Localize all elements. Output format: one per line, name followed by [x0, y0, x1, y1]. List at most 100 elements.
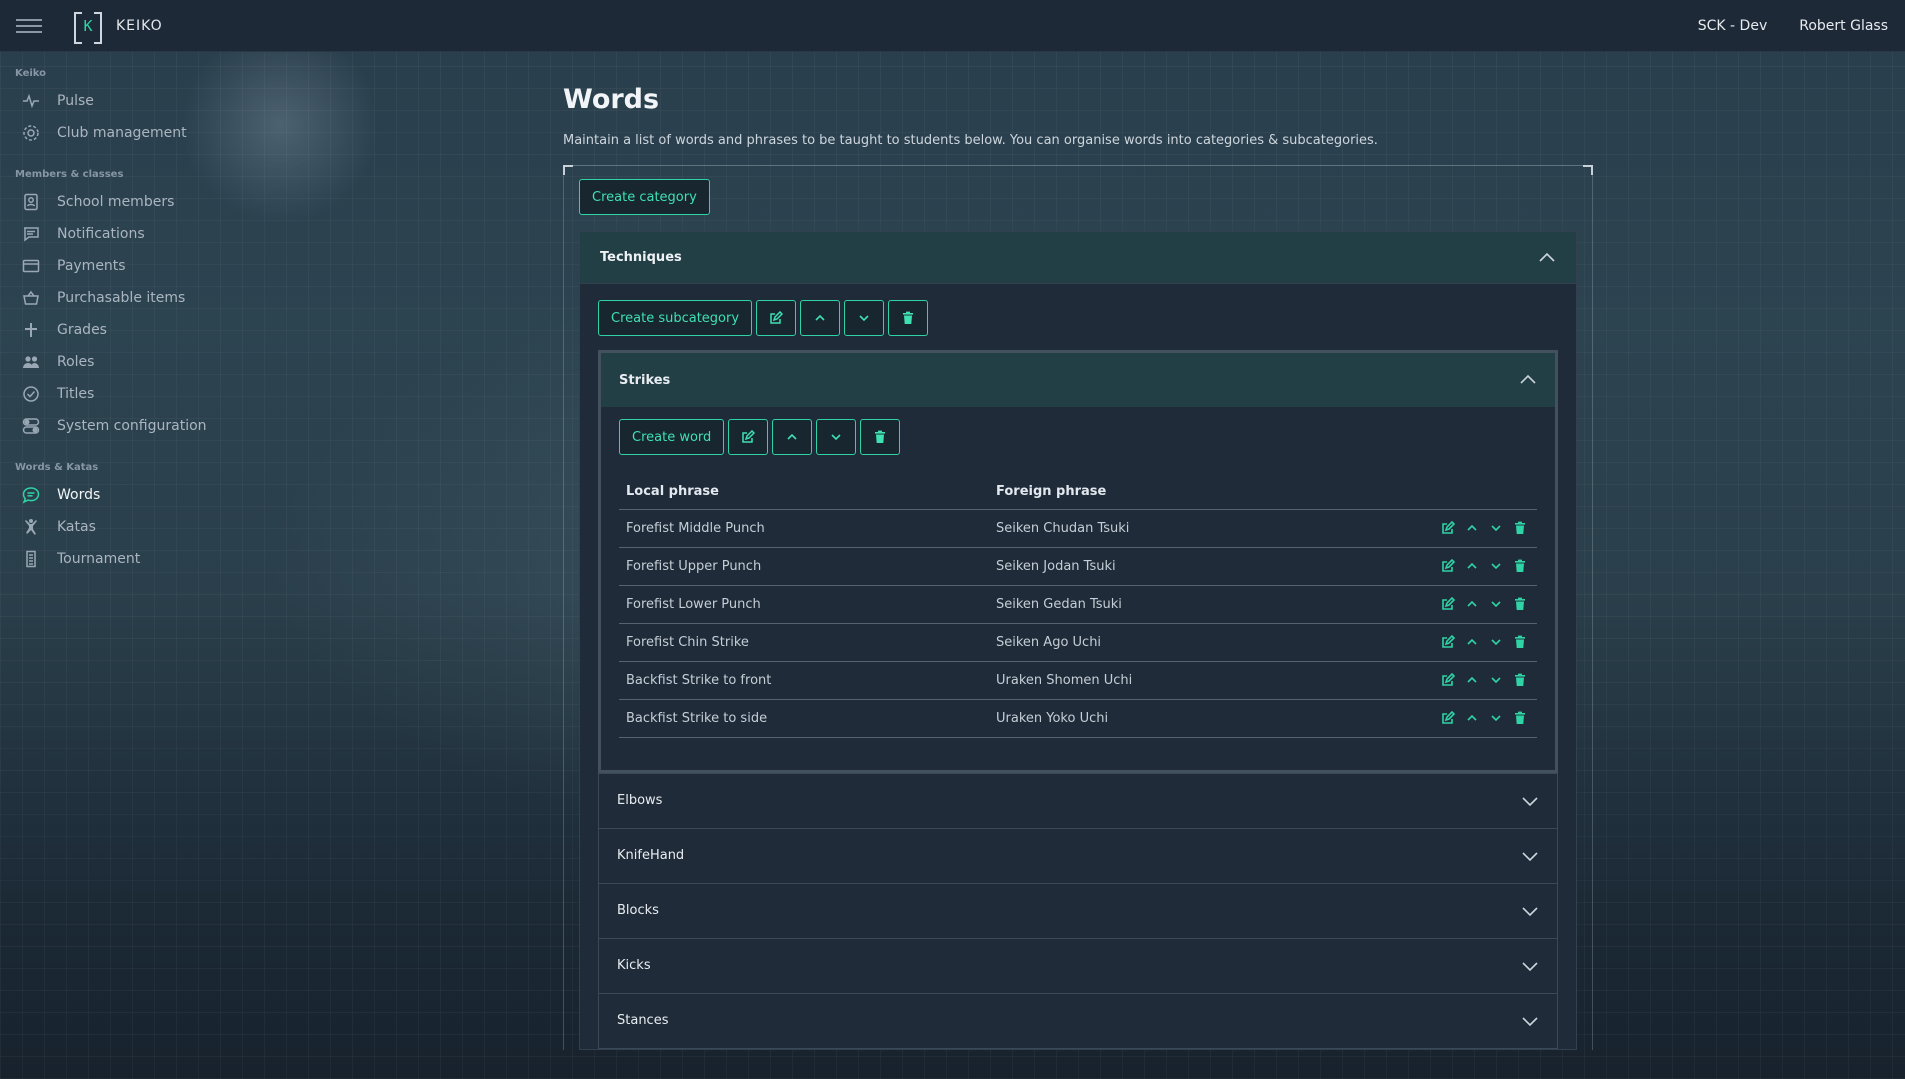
sidebar-item-payments[interactable]: Payments — [0, 250, 260, 282]
sidebar-item-label: System configuration — [57, 418, 207, 434]
edit-word-icon[interactable] — [1441, 521, 1455, 535]
edit-word-icon[interactable] — [1441, 559, 1455, 573]
move-word-down-icon[interactable] — [1489, 521, 1503, 535]
sidebar-item-label: Words — [57, 487, 101, 503]
move-word-up-icon[interactable] — [1465, 635, 1479, 649]
row-actions — [1417, 585, 1537, 624]
credit-card-icon — [22, 257, 40, 275]
message-icon — [22, 225, 40, 243]
sidebar-item-notifications[interactable]: Notifications — [0, 218, 260, 250]
sidebar-item-words[interactable]: Words — [0, 479, 260, 511]
subcategory-panel: Elbows — [598, 772, 1558, 829]
delete-category-button[interactable] — [888, 300, 929, 336]
row-actions — [1417, 509, 1537, 548]
chevron-up-icon[interactable] — [1538, 249, 1556, 267]
subcategory-header[interactable]: KnifeHand — [599, 829, 1557, 883]
delete-word-icon[interactable] — [1513, 711, 1527, 725]
move-category-up-button[interactable] — [800, 300, 841, 336]
edit-word-icon[interactable] — [1441, 597, 1455, 611]
subcategory-header[interactable]: Kicks — [599, 939, 1557, 993]
edit-word-icon[interactable] — [1441, 711, 1455, 725]
move-subcategory-down-button[interactable] — [816, 419, 857, 455]
page-description: Maintain a list of words and phrases to … — [563, 133, 1378, 148]
subcategory-header[interactable]: Strikes — [601, 353, 1555, 407]
sidebar-item-label: Payments — [57, 258, 126, 274]
chevron-down-icon[interactable] — [1521, 957, 1539, 975]
move-category-down-button[interactable] — [844, 300, 885, 336]
hamburger-menu-icon[interactable] — [16, 18, 42, 33]
subcategory-header[interactable]: Elbows — [599, 774, 1557, 828]
move-word-down-icon[interactable] — [1489, 559, 1503, 573]
subcategory-panel: Blocks — [598, 883, 1558, 939]
logo[interactable]: K KEIKO — [74, 11, 163, 44]
subcategory-title: Elbows — [617, 793, 663, 808]
move-subcategory-up-button[interactable] — [772, 419, 813, 455]
words-frame: Create category Techniques Create subcat… — [563, 165, 1593, 1050]
edit-word-icon[interactable] — [1441, 635, 1455, 649]
chevron-up-icon — [787, 433, 797, 440]
subcategory-panel: Stances — [598, 993, 1558, 1049]
move-word-down-icon[interactable] — [1489, 711, 1503, 725]
edit-word-icon[interactable] — [1441, 673, 1455, 687]
sidebar-section-title: Keiko — [15, 68, 47, 79]
edit-category-button[interactable] — [756, 300, 797, 336]
row-actions — [1417, 547, 1537, 586]
delete-word-icon[interactable] — [1513, 559, 1527, 573]
subcategory-header[interactable]: Blocks — [599, 884, 1557, 938]
move-word-up-icon[interactable] — [1465, 559, 1479, 573]
local-phrase-cell: Forefist Upper Punch — [619, 547, 989, 586]
row-actions — [1417, 623, 1537, 662]
sidebar-item-katas[interactable]: Katas — [0, 511, 260, 543]
table-row: Forefist Upper Punch Seiken Jodan Tsuki — [619, 547, 1537, 586]
table-row: Forefist Chin Strike Seiken Ago Uchi — [619, 623, 1537, 662]
chevron-down-icon[interactable] — [1521, 792, 1539, 810]
sidebar-item-titles[interactable]: Titles — [0, 378, 260, 410]
sidebar-item-label: Tournament — [57, 551, 141, 567]
users-icon — [22, 353, 40, 371]
move-word-up-icon[interactable] — [1465, 521, 1479, 535]
edit-subcategory-button[interactable] — [728, 419, 769, 455]
delete-word-icon[interactable] — [1513, 521, 1527, 535]
subcategory-panel-open: Strikes Create word Local phrase Foreign… — [598, 350, 1558, 773]
sidebar-item-school-members[interactable]: School members — [0, 186, 260, 218]
move-word-down-icon[interactable] — [1489, 635, 1503, 649]
chevron-down-icon[interactable] — [1521, 1012, 1539, 1030]
sidebar-item-label: Grades — [57, 322, 107, 338]
trash-icon — [903, 311, 914, 324]
subcategory-header[interactable]: Stances — [599, 994, 1557, 1048]
foreign-phrase-cell: Uraken Shomen Uchi — [989, 661, 1417, 700]
sidebar-item-club-management[interactable]: Club management — [0, 117, 260, 149]
user-menu[interactable]: Robert Glass — [1799, 18, 1888, 34]
chevron-up-icon[interactable] — [1519, 371, 1537, 389]
environment-selector[interactable]: SCK - Dev — [1698, 18, 1767, 34]
sidebar-item-system-configuration[interactable]: System configuration — [0, 410, 260, 442]
sidebar-item-pulse[interactable]: Pulse — [0, 85, 260, 117]
sidebar-item-label: Roles — [57, 354, 95, 370]
sidebar-item-roles[interactable]: Roles — [0, 346, 260, 378]
create-word-button[interactable]: Create word — [619, 419, 725, 455]
delete-word-icon[interactable] — [1513, 673, 1527, 687]
create-subcategory-button[interactable]: Create subcategory — [598, 300, 753, 336]
delete-word-icon[interactable] — [1513, 597, 1527, 611]
create-category-button[interactable]: Create category — [579, 179, 710, 215]
delete-word-icon[interactable] — [1513, 635, 1527, 649]
edit-icon — [742, 430, 756, 443]
sidebar-item-grades[interactable]: Grades — [0, 314, 260, 346]
sidebar-item-tournament[interactable]: Tournament — [0, 543, 260, 575]
chevron-down-icon[interactable] — [1521, 847, 1539, 865]
move-word-up-icon[interactable] — [1465, 673, 1479, 687]
column-header-foreign: Foreign phrase — [989, 475, 1417, 510]
chevron-down-icon[interactable] — [1521, 902, 1539, 920]
move-word-up-icon[interactable] — [1465, 597, 1479, 611]
move-word-down-icon[interactable] — [1489, 597, 1503, 611]
sidebar: Keiko Pulse Club management Members & cl… — [0, 52, 260, 575]
category-header[interactable]: Techniques — [580, 232, 1576, 284]
move-word-up-icon[interactable] — [1465, 711, 1479, 725]
move-word-down-icon[interactable] — [1489, 673, 1503, 687]
sidebar-item-label: Pulse — [57, 93, 94, 109]
figure-icon — [22, 518, 40, 536]
delete-subcategory-button[interactable] — [860, 419, 901, 455]
sidebar-item-label: Notifications — [57, 226, 145, 242]
sidebar-item-purchasable-items[interactable]: Purchasable items — [0, 282, 260, 314]
local-phrase-cell: Forefist Middle Punch — [619, 509, 989, 548]
